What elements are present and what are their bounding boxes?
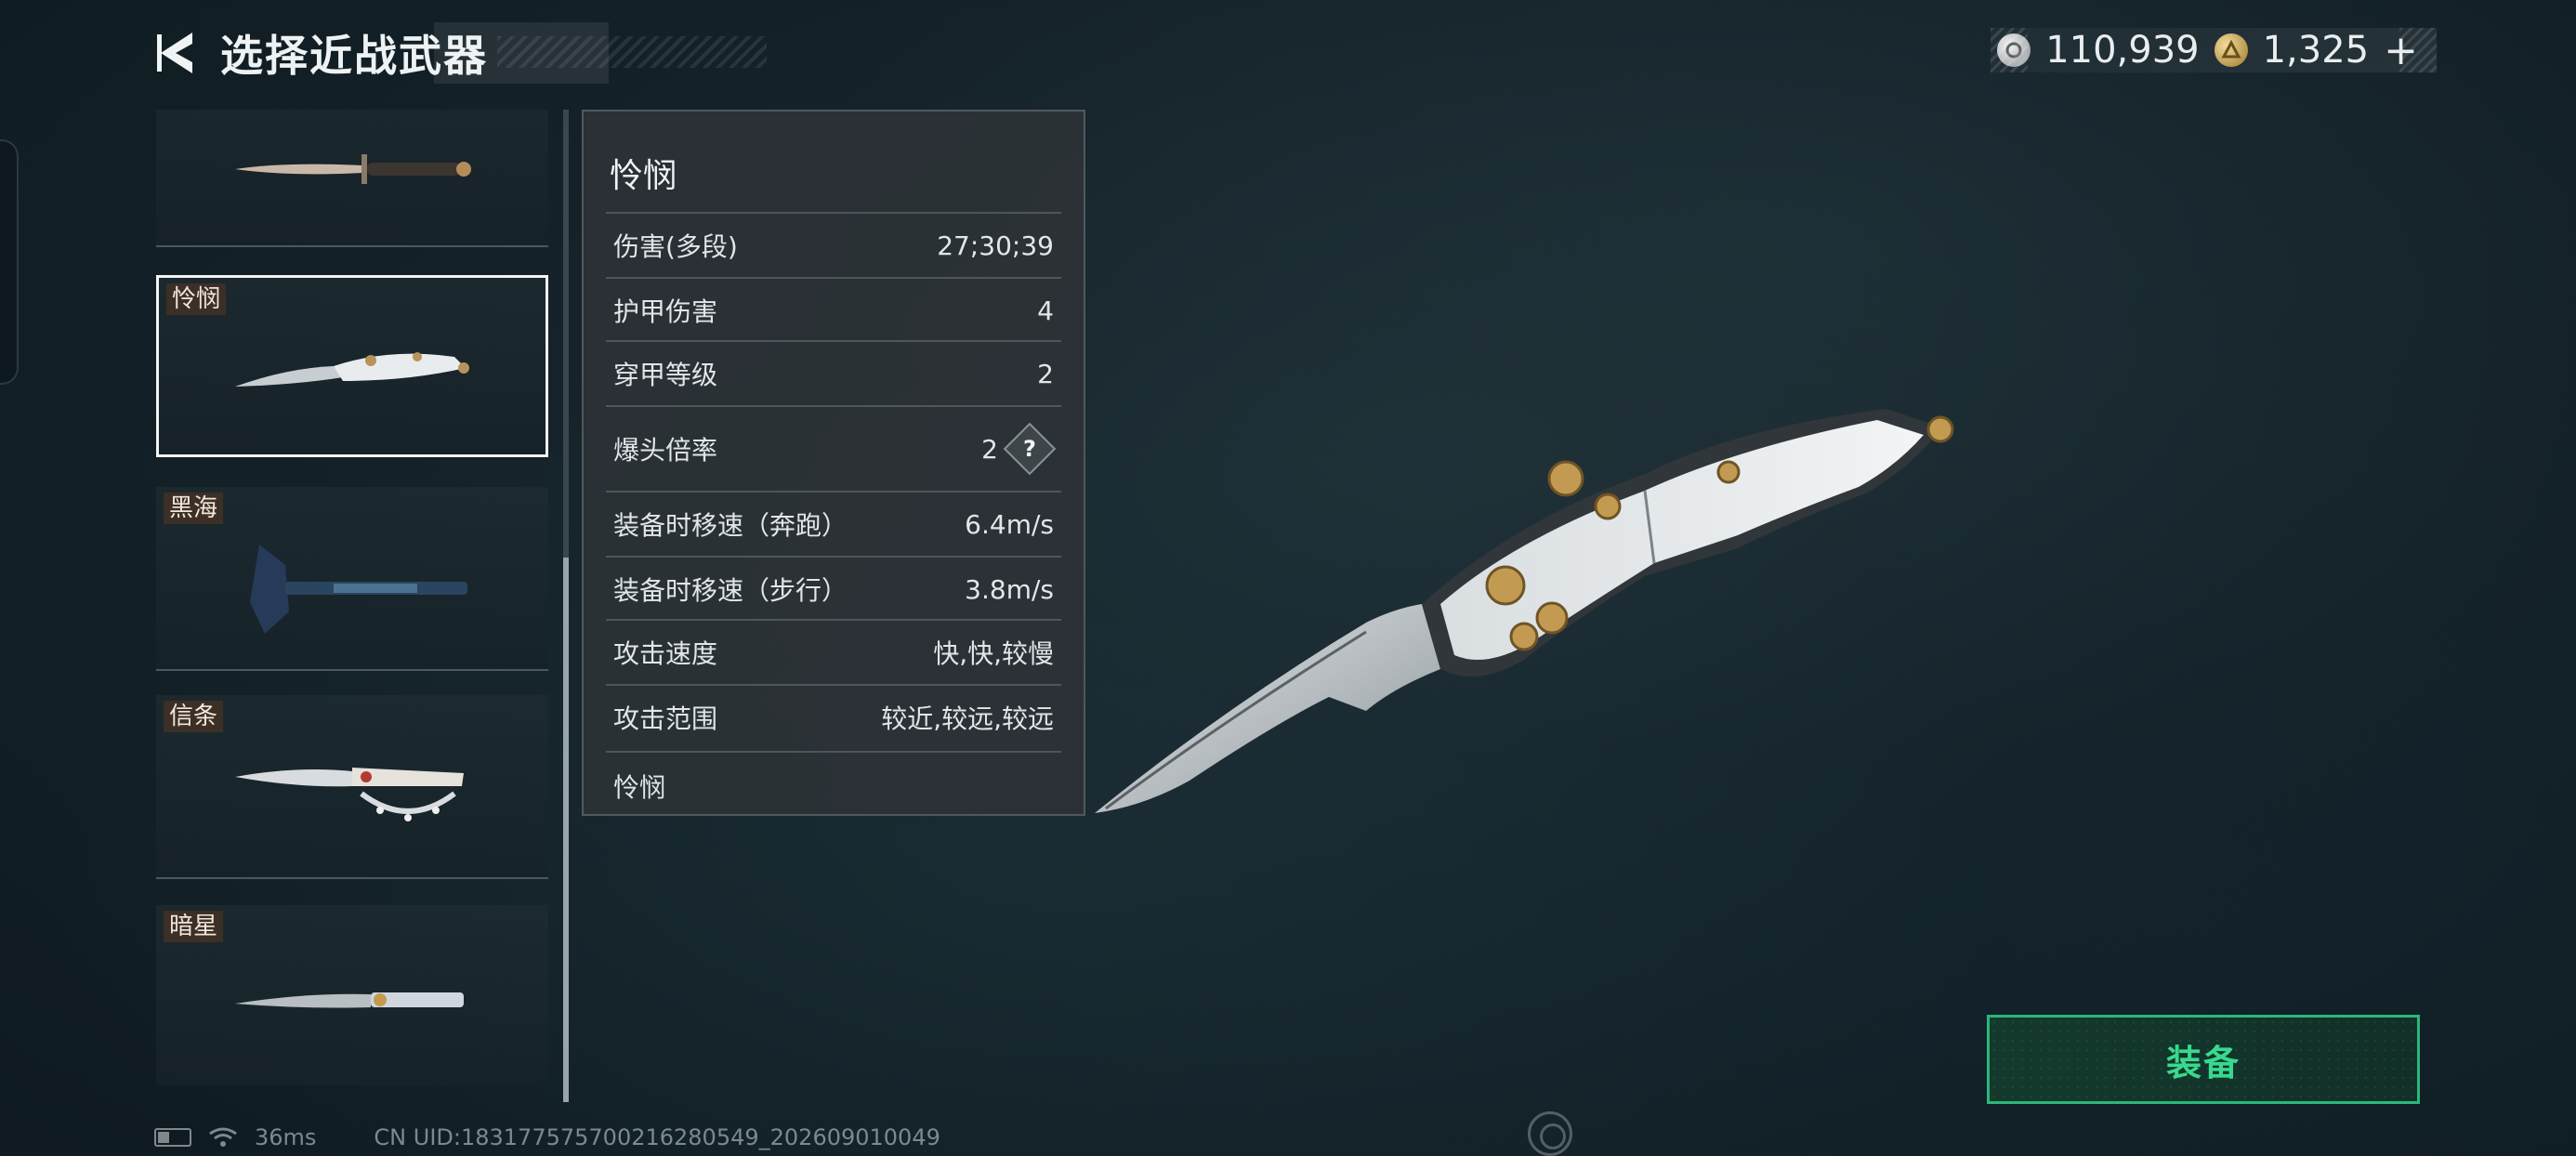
weapon-stats-panel: 怜悯 伤害(多段) 27;30;39 护甲伤害 4 穿甲等级 2 爆头倍率 2 …: [582, 110, 1085, 816]
stat-value: 2: [1037, 358, 1054, 389]
currency-decoration-left: [1991, 28, 2028, 72]
back-arrow-icon: [157, 33, 192, 73]
weapon-description-text: 怜悯: [613, 772, 666, 803]
stat-label: 攻击速度: [613, 638, 718, 669]
uid-text: CN UID:18317757570021628​0549_2026090100…: [374, 1124, 940, 1150]
blade-icon: [235, 992, 464, 1008]
axe-icon: [250, 545, 467, 634]
stat-label: 爆头倍率: [613, 435, 718, 466]
title-decoration: [497, 36, 767, 68]
stat-value: 3.8m/s: [965, 573, 1054, 605]
status-footer: 36ms CN UID:18317757570021628​0549_20260…: [154, 1123, 940, 1152]
gold-coin-icon: [2214, 33, 2248, 67]
stat-row: 攻击速度 快,快,较慢: [606, 619, 1061, 684]
stat-value: 4: [1037, 295, 1054, 326]
stat-value: 快,快,较慢: [933, 638, 1054, 669]
weapon-preview[interactable]: [1087, 390, 1970, 836]
stat-label: 装备时移速（奔跑）: [613, 510, 848, 541]
equip-button[interactable]: 装备: [1987, 1015, 2420, 1104]
weapon-card-selected[interactable]: 怜悯: [156, 275, 548, 457]
stat-row: 护甲伤害 4: [606, 277, 1061, 342]
weapon-card[interactable]: 信条: [156, 695, 548, 879]
stat-value: 2: [981, 433, 998, 465]
header: 选择近战武器: [153, 22, 767, 84]
ping-value: 36ms: [255, 1124, 317, 1150]
stat-row: 装备时移速（步行） 3.8m/s: [606, 556, 1061, 621]
stat-label: 攻击范围: [613, 703, 718, 734]
silver-currency-value: 110,939: [2045, 29, 2200, 72]
help-icon[interactable]: ?: [1003, 422, 1057, 476]
add-currency-button[interactable]: +: [2384, 27, 2418, 74]
folding-knife-icon: [235, 352, 469, 387]
weapon-description: 怜悯: [606, 751, 1061, 805]
weapon-list[interactable]: 怜悯 黑海 信条 暗星: [156, 110, 548, 1085]
side-drawer-handle[interactable]: [0, 139, 19, 385]
battery-icon: [154, 1128, 191, 1147]
stat-row: 穿甲等级 2: [606, 340, 1061, 405]
weapon-card-dagger[interactable]: [156, 110, 548, 247]
stat-row: 装备时移速（奔跑） 6.4m/s: [606, 491, 1061, 556]
back-button[interactable]: [153, 25, 200, 81]
stat-label: 穿甲等级: [613, 360, 718, 390]
weapon-tag: 信条: [164, 701, 224, 732]
stat-row: 爆头倍率 2 ?: [606, 405, 1061, 491]
weapon-tag: 怜悯: [166, 283, 227, 315]
weapon-card[interactable]: 暗星: [156, 905, 548, 1085]
stat-value: 27;30;39: [937, 230, 1054, 261]
stat-value: 6.4m/s: [965, 508, 1054, 540]
weapon-name: 怜悯: [610, 157, 677, 195]
weapon-tag: 暗星: [164, 911, 224, 942]
equip-button-pattern: [1990, 1018, 2417, 1101]
help-icon-glyph: ?: [1023, 435, 1036, 462]
stat-label: 装备时移速（步行）: [613, 575, 848, 606]
dagger-icon: [235, 154, 471, 184]
stat-value: 较近,较远,较远: [881, 703, 1054, 734]
stat-label: 伤害(多段): [613, 231, 738, 262]
knuckle-knife-icon: [235, 768, 464, 821]
list-scrollbar-thumb[interactable]: [563, 558, 569, 1102]
wifi-icon: [209, 1127, 237, 1147]
currency-bar: 110,939 1,325 +: [1991, 27, 2437, 74]
stat-value-group: 2 ?: [981, 422, 1061, 476]
gold-currency-value: 1,325: [2262, 29, 2370, 72]
stat-row: 伤害(多段) 27;30;39: [606, 212, 1061, 277]
stat-row: 攻击范围 较近,较远,较远: [606, 684, 1061, 749]
home-indicator-icon[interactable]: [1528, 1111, 1572, 1156]
weapon-card[interactable]: 黑海: [156, 487, 548, 671]
weapon-tag: 黑海: [164, 493, 224, 524]
stat-label: 护甲伤害: [613, 296, 718, 327]
